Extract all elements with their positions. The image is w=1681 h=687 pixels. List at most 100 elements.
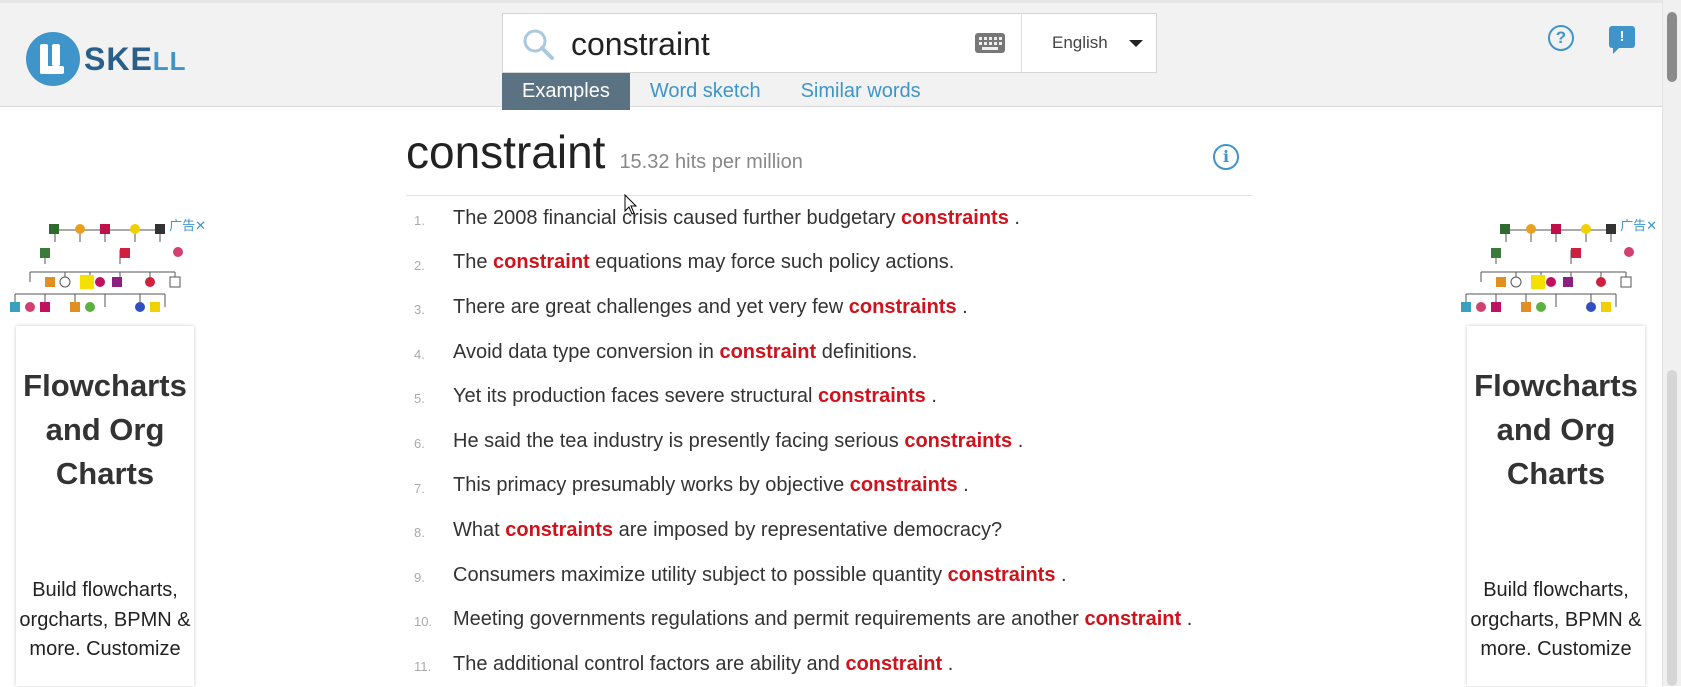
example-before: He said the tea industry is presently fa…: [453, 429, 905, 452]
example-after: .: [1055, 563, 1067, 586]
search-input[interactable]: [569, 24, 953, 64]
example-sentence[interactable]: 7. This primacy presumably works by objec…: [406, 464, 1253, 509]
tab-similar-words[interactable]: Similar words: [781, 73, 941, 110]
example-number: 5.: [414, 391, 425, 407]
example-keyword[interactable]: constraint: [493, 251, 590, 273]
example-keyword[interactable]: constraints: [849, 296, 957, 318]
example-keyword[interactable]: constraints: [505, 519, 613, 541]
example-after: are imposed by representative democracy?: [613, 518, 1003, 541]
info-icon[interactable]: i: [1213, 144, 1239, 170]
ad-title: Flowcharts and Org Charts: [23, 368, 187, 491]
page-scrollbar[interactable]: [1662, 0, 1681, 686]
ad-body: Build flowcharts, orgcharts, BPMN & more…: [1470, 579, 1642, 660]
example-sentence[interactable]: 2. The constraint equations may force suc…: [406, 241, 1253, 286]
example-after: .: [1008, 206, 1020, 229]
example-sentence[interactable]: 4. Avoid data type conversion in constrai…: [406, 330, 1253, 375]
example-number: 10.: [414, 614, 433, 630]
example-before: The: [453, 251, 494, 274]
tab-examples[interactable]: Examples: [502, 73, 630, 110]
example-after: .: [1181, 608, 1193, 631]
logo-text: SKELL: [84, 40, 187, 77]
top-bar: SKELL English Examples Word sketch Simil…: [0, 0, 1662, 110]
search-box: English: [502, 13, 1157, 73]
example-after: .: [1012, 429, 1024, 452]
example-after: .: [957, 474, 969, 497]
example-sentence[interactable]: 9. Consumers maximize utility subject to …: [406, 553, 1253, 598]
example-text: There are great challenges and yet very …: [453, 296, 968, 319]
example-before: There are great challenges and yet very …: [453, 295, 849, 318]
example-number: 9.: [414, 569, 425, 585]
example-sentence[interactable]: 1. The 2008 financial crisis caused furth…: [406, 196, 1253, 241]
ad-body: Build flowcharts, orgcharts, BPMN & more…: [19, 579, 191, 660]
example-number: 11.: [414, 658, 432, 674]
ad-title: Flowcharts and Org Charts: [1474, 368, 1638, 491]
example-keyword[interactable]: constraints: [948, 564, 1056, 586]
example-sentence[interactable]: 5. Yet its production faces severe struct…: [406, 374, 1253, 419]
headword: constraint: [406, 126, 606, 178]
example-text: The 2008 financial crisis caused further…: [453, 207, 1020, 230]
example-keyword[interactable]: constraints: [904, 430, 1012, 452]
example-text: The constraint equations may force such …: [453, 251, 954, 274]
headword-row: constraint 15.32 hits per million: [406, 125, 1253, 196]
example-text: He said the tea industry is presently fa…: [453, 430, 1023, 453]
skell-logo[interactable]: SKELL: [26, 32, 187, 86]
examples-panel: constraint 15.32 hits per million i 1. Th…: [406, 125, 1253, 687]
example-keyword[interactable]: constraints: [901, 207, 1009, 229]
example-number: 3.: [414, 302, 425, 318]
example-before: This primacy presumably works by objecti…: [453, 474, 850, 497]
example-keyword[interactable]: constraints: [818, 385, 926, 407]
example-before: Meeting governments regulations and perm…: [453, 608, 1085, 631]
ad-card[interactable]: Flowcharts and Org Charts Build flowchar…: [1467, 326, 1645, 686]
example-before: Yet its production faces severe structur…: [453, 385, 818, 408]
example-after: .: [925, 385, 937, 408]
example-list: 1. The 2008 financial crisis caused furth…: [406, 196, 1253, 687]
logo-mark-icon: [26, 32, 80, 86]
caret-down-icon: [1129, 40, 1143, 47]
example-after: .: [956, 295, 968, 318]
example-sentence[interactable]: 6. He said the tea industry is presently …: [406, 419, 1253, 464]
search-icon: [523, 29, 554, 60]
example-text: The additional control factors are abili…: [453, 653, 953, 676]
view-tabs: Examples Word sketch Similar words: [502, 73, 941, 110]
example-before: What: [453, 518, 506, 541]
example-sentence[interactable]: 8. What constraints are imposed by repres…: [406, 508, 1253, 553]
example-sentence[interactable]: 11. The additional control factors are ab…: [406, 642, 1253, 687]
ad-left[interactable]: 广告✕ Flowcharts and Org Charts Build flow…: [0, 212, 210, 686]
example-keyword[interactable]: constraint: [845, 653, 942, 675]
scrollbar-thumb[interactable]: [1667, 12, 1677, 82]
hits-per-million: 15.32 hits per million: [619, 151, 803, 173]
example-after: .: [942, 652, 954, 675]
example-number: 6.: [414, 435, 425, 451]
example-text: This primacy presumably works by objecti…: [453, 474, 969, 497]
feedback-icon[interactable]: !: [1609, 26, 1635, 54]
example-sentence[interactable]: 3. There are great challenges and yet ver…: [406, 285, 1253, 330]
example-before: The additional control factors are abili…: [453, 652, 846, 675]
example-text: Meeting governments regulations and perm…: [453, 608, 1192, 631]
example-sentence[interactable]: 10. Meeting governments regulations and p…: [406, 597, 1253, 642]
tab-word-sketch[interactable]: Word sketch: [630, 73, 781, 110]
mouse-cursor-icon: [624, 194, 638, 215]
example-number: 1.: [414, 213, 425, 228]
example-after: equations may force such policy actions.: [589, 251, 955, 274]
example-number: 2.: [414, 257, 425, 273]
example-keyword[interactable]: constraint: [719, 341, 816, 363]
example-number: 7.: [414, 480, 425, 496]
ad-close-icon[interactable]: 广告✕: [1620, 215, 1657, 234]
example-text: What constraints are imposed by represen…: [453, 519, 1002, 542]
example-text: Avoid data type conversion in constraint…: [453, 341, 917, 364]
example-number: 8.: [414, 525, 425, 541]
ad-close-icon[interactable]: 广告✕: [169, 215, 206, 234]
ad-card[interactable]: Flowcharts and Org Charts Build flowchar…: [16, 326, 194, 686]
example-keyword[interactable]: constraints: [850, 474, 958, 496]
example-before: The 2008 financial crisis caused further…: [453, 206, 902, 229]
help-icon[interactable]: ?: [1548, 25, 1574, 51]
example-before: Consumers maximize utility subject to po…: [453, 563, 948, 586]
keyboard-icon[interactable]: [975, 33, 1005, 53]
example-keyword[interactable]: constraint: [1084, 608, 1181, 630]
language-select[interactable]: English: [1021, 14, 1157, 72]
example-number: 4.: [414, 346, 425, 362]
language-label: English: [1052, 33, 1108, 52]
scrollbar-track[interactable]: [1667, 370, 1677, 686]
example-text: Consumers maximize utility subject to po…: [453, 564, 1067, 587]
ad-right[interactable]: 广告✕ Flowcharts and Org Charts Build flow…: [1451, 212, 1661, 686]
